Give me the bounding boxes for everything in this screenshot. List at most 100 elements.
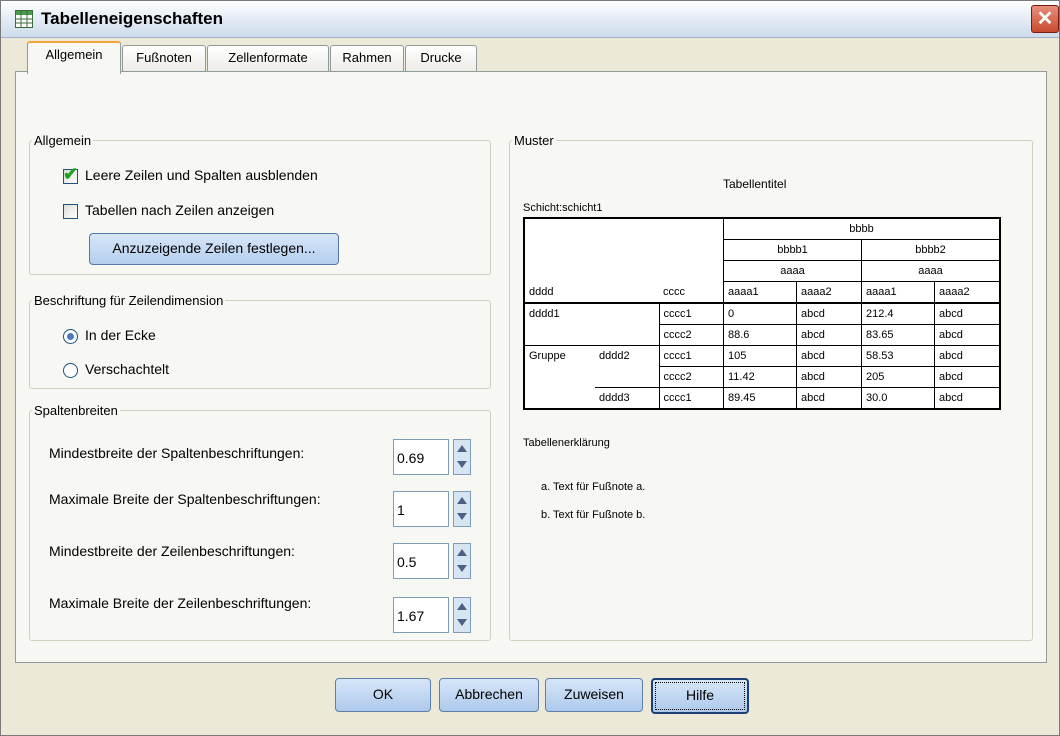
title-bar: Tabelleneigenschaften ✕ [1, 1, 1059, 38]
ok-button[interactable]: OK [335, 678, 431, 712]
max-col-value: 1 [397, 502, 405, 518]
row-label-cccc: cccc1 [658, 345, 724, 367]
tab-drucke[interactable]: Drucke [405, 45, 477, 72]
help-button[interactable]: Hilfe [651, 678, 749, 714]
header-aaaa1-2: aaaa1 [861, 281, 935, 304]
row-dimension-legend: Beschriftung für Zeilendimension [34, 293, 224, 308]
max-row-input[interactable]: 1.67 [393, 597, 449, 633]
spin-down-icon[interactable] [457, 513, 467, 520]
corner-radio[interactable] [63, 329, 78, 344]
set-rows-button[interactable]: Anzuzeigende Zeilen festlegen... [89, 233, 339, 265]
table-cell: 212.4 [861, 302, 935, 325]
table-cell: abcd [796, 345, 862, 367]
header-bbbb1: bbbb1 [723, 239, 862, 261]
max-row-spinner[interactable] [453, 597, 471, 633]
header-dddd: dddd [529, 285, 554, 298]
min-row-value: 0.5 [397, 554, 417, 570]
spin-down-icon[interactable] [457, 565, 467, 572]
header-aaaa2-1: aaaa2 [796, 281, 862, 304]
apply-button[interactable]: Zuweisen [545, 678, 643, 712]
header-bbbb: bbbb [723, 217, 1001, 240]
header-cccc: cccc [659, 281, 724, 303]
max-col-input[interactable]: 1 [393, 491, 449, 527]
tab-fussnoten[interactable]: Fußnoten [122, 45, 206, 72]
min-col-input[interactable]: 0.69 [393, 439, 449, 475]
table-cell: abcd [934, 302, 1001, 325]
spin-up-icon[interactable] [457, 549, 467, 556]
spin-down-icon[interactable] [457, 461, 467, 468]
table-cell: 89.45 [723, 387, 797, 410]
corner-cell [524, 218, 724, 282]
footnote-b: b. Text für Fußnote b. [541, 509, 646, 521]
table-cell: abcd [796, 387, 862, 410]
max-col-label: Maximale Breite der Spaltenbeschriftunge… [49, 491, 321, 507]
spin-down-icon[interactable] [457, 619, 467, 626]
min-col-spinner[interactable] [453, 439, 471, 475]
row-label-cccc: cccc2 [658, 366, 724, 388]
sample-table-title: Tabellentitel [723, 177, 787, 191]
max-row-label: Maximale Breite der Zeilenbeschriftungen… [49, 595, 312, 611]
header-aaaa1-1: aaaa1 [723, 281, 797, 304]
table-cell: abcd [796, 366, 862, 388]
spin-up-icon[interactable] [457, 497, 467, 504]
hide-empty-checkbox[interactable]: ✔ [63, 164, 78, 184]
sample-caption: Tabellenerklärung [523, 437, 610, 449]
footnote-a: a. Text für Fußnote a. [541, 481, 646, 493]
dialog-window: Tabelleneigenschaften ✕ Allgemein Fußnot… [0, 0, 1060, 736]
header-bbbb2: bbbb2 [861, 239, 1001, 261]
max-row-value: 1.67 [397, 608, 425, 624]
table-cell: 0 [723, 302, 797, 325]
min-row-spinner[interactable] [453, 543, 471, 579]
row-label-cccc: cccc1 [658, 387, 724, 410]
window-title: Tabelleneigenschaften [41, 9, 224, 28]
general-legend: Allgemein [34, 133, 92, 148]
cancel-button[interactable]: Abbrechen [439, 678, 539, 712]
tab-zellenformate[interactable]: Zellenformate [207, 45, 329, 72]
tab-rahmen[interactable]: Rahmen [330, 45, 404, 72]
sample-legend: Muster [514, 133, 554, 148]
column-widths-legend: Spaltenbreiten [34, 403, 118, 418]
row-label-cccc: cccc1 [658, 302, 724, 325]
min-row-input[interactable]: 0.5 [393, 543, 449, 579]
table-cell: 11.42 [723, 366, 797, 388]
table-cell: 30.0 [861, 387, 935, 410]
table-properties-icon [15, 10, 33, 28]
header-aaaa2-2: aaaa2 [934, 281, 1001, 304]
table-cell: abcd [796, 324, 862, 346]
table-cell: 83.65 [861, 324, 935, 346]
spin-up-icon[interactable] [457, 445, 467, 452]
table-cell: 58.53 [861, 345, 935, 367]
table-cell: abcd [934, 366, 1001, 388]
table-cell: abcd [934, 345, 1001, 367]
rows-display-checkbox[interactable] [63, 204, 78, 219]
max-col-spinner[interactable] [453, 491, 471, 527]
table-cell: abcd [934, 324, 1001, 346]
header-aaaa-2: aaaa [861, 260, 1001, 282]
spin-up-icon[interactable] [457, 603, 467, 610]
corner-label: In der Ecke [85, 327, 156, 343]
table-cell: 205 [861, 366, 935, 388]
table-cell: abcd [796, 302, 862, 325]
nested-label: Verschachtelt [85, 361, 170, 377]
nested-radio[interactable] [63, 363, 78, 378]
close-icon[interactable]: ✕ [1031, 5, 1059, 33]
min-row-label: Mindestbreite der Zeilenbeschriftungen: [49, 543, 295, 559]
min-col-label: Mindestbreite der Spaltenbeschriftungen: [49, 445, 305, 461]
tab-allgemein[interactable]: Allgemein [27, 41, 121, 74]
table-cell: abcd [934, 387, 1001, 410]
table-cell: 88.6 [723, 324, 797, 346]
row-label-dddd3: dddd3 [599, 392, 630, 404]
check-mark-icon: ✔ [63, 164, 79, 184]
rows-display-label: Tabellen nach Zeilen anzeigen [85, 202, 275, 218]
row-label-dddd1: dddd1 [529, 308, 560, 321]
row-label-cccc: cccc2 [658, 324, 724, 346]
sample-table: bbbb bbbb1 bbbb2 aaaa aaaa dddd cccc aaa… [523, 217, 1001, 410]
header-aaaa-1: aaaa [723, 260, 862, 282]
radio-dot-icon [67, 333, 74, 340]
table-cell: 105 [723, 345, 797, 367]
min-col-value: 0.69 [397, 450, 425, 466]
row-label-dddd2: dddd2 [599, 350, 630, 363]
sample-layer: Schicht:schicht1 [523, 202, 603, 214]
row-label-gruppe: Gruppe [529, 350, 566, 362]
hide-empty-label: Leere Zeilen und Spalten ausblenden [85, 167, 318, 183]
